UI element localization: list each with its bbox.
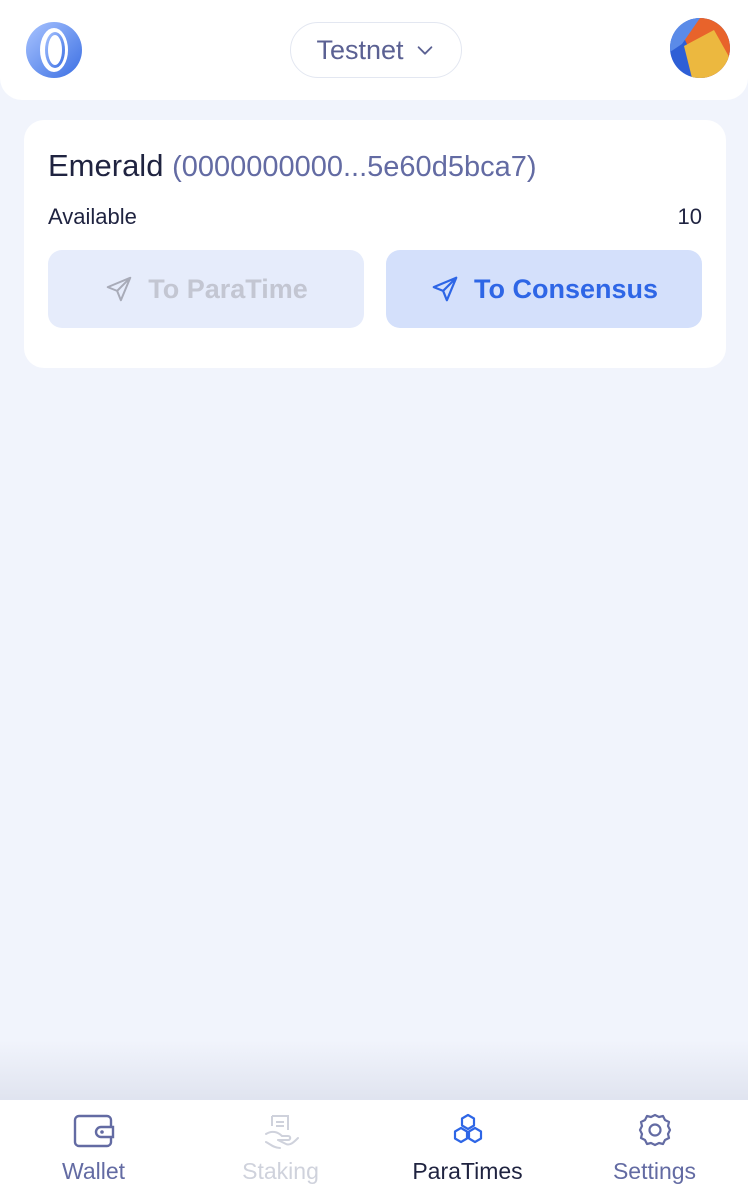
nav-item-staking[interactable]: Staking [187,1100,374,1200]
chevron-down-icon [417,46,432,55]
top-bar: Testnet [0,0,748,100]
paratimes-icon [453,1113,482,1144]
paratime-title: Emerald (0000000000...5e60d5bca7) [48,148,537,184]
to-paratime-label: To ParaTime [148,273,308,304]
nav-label-wallet: Wallet [61,1158,126,1184]
gear-icon [638,1113,671,1147]
send-icon [432,276,458,302]
staking-icon [264,1115,299,1149]
nav-item-paratimes[interactable]: ParaTimes [374,1100,561,1200]
nav-shadow [0,1040,748,1100]
available-label: Available [48,204,137,229]
paratime-card: Emerald (0000000000...5e60d5bca7) Availa… [24,120,726,368]
oasis-logo-icon[interactable] [24,20,84,80]
to-consensus-button[interactable]: To Consensus [386,250,702,328]
send-icon [106,276,132,302]
wallet-icon [73,1114,114,1148]
nav-label-paratimes: ParaTimes [412,1158,523,1184]
to-consensus-label: To Consensus [473,273,659,304]
network-selector[interactable]: Testnet [290,22,462,78]
paratime-name: Emerald [48,148,164,183]
network-label: Testnet [316,34,404,65]
nav-item-settings[interactable]: Settings [561,1100,748,1200]
account-address: (0000000000...5e60d5bca7) [172,151,537,183]
nav-label-staking: Staking [242,1158,319,1184]
bottom-navigation: Wallet Staking ParaTimes Settings [0,1100,748,1200]
available-value: 10 [677,204,702,229]
nav-label-settings: Settings [612,1158,697,1184]
to-paratime-button[interactable]: To ParaTime [48,250,364,328]
account-avatar[interactable] [670,18,730,78]
nav-item-wallet[interactable]: Wallet [0,1100,187,1200]
